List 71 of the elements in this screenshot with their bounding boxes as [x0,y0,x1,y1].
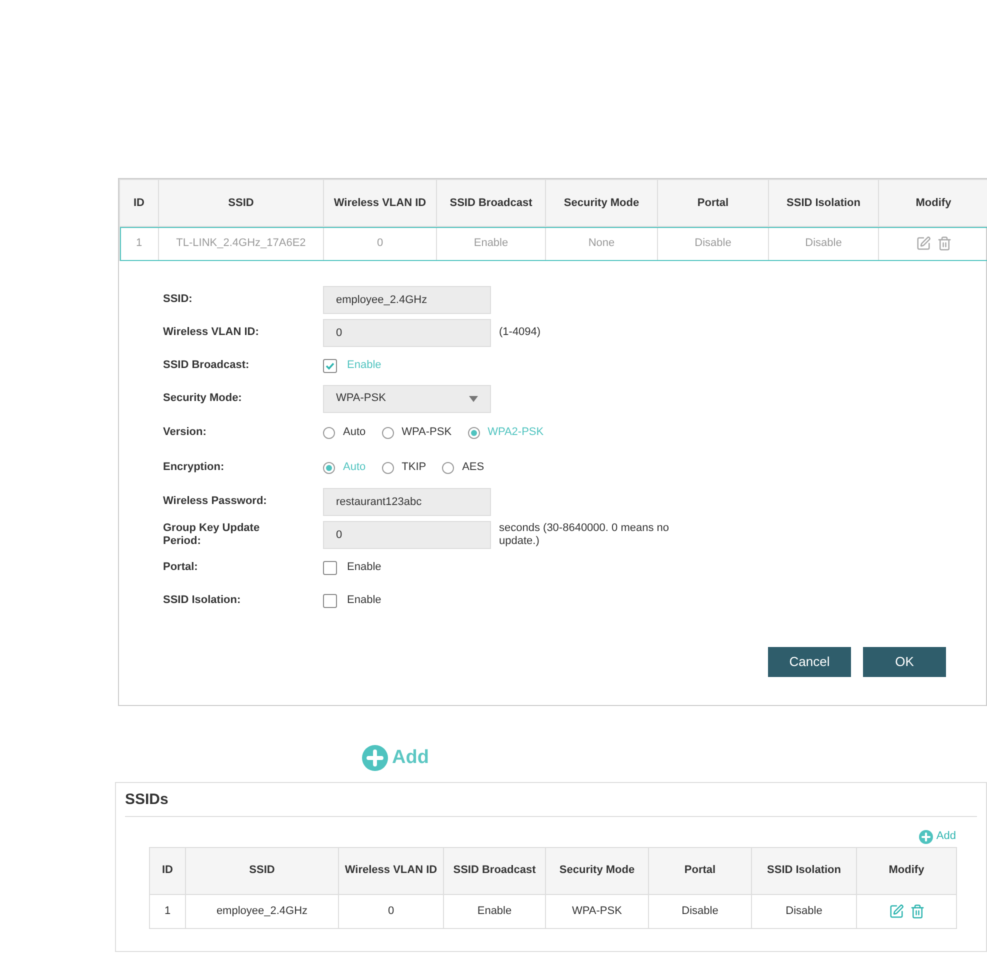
column-header: Wireless VLAN ID [324,180,436,226]
column-header: ID [150,847,186,894]
panel-title: SSIDs [125,783,977,816]
edit-icon[interactable] [916,236,930,251]
column-header: ID [120,180,158,226]
text-field[interactable]: 0 [323,318,491,346]
dropdown[interactable]: WPA-PSK [323,384,491,412]
field-label: SSID Isolation: [163,594,242,607]
field-label: SSID: [163,293,194,306]
column-header: Portal [658,180,768,226]
column-header: SSID Isolation [752,847,856,894]
radio-button[interactable] [382,426,394,438]
column-header: SSID [186,847,338,894]
table-cell: WPA-PSK [546,894,648,928]
checkbox-label: Enable [347,358,382,374]
field-label: Version: [163,426,208,439]
field-label: Group Key Update Period: [163,522,261,548]
column-header: SSID Broadcast [444,847,546,894]
radio-label: AES [462,460,484,476]
column-header: SSID [158,180,324,226]
radio-label: TKIP [402,460,426,476]
checkbox[interactable] [323,358,337,372]
trash-icon[interactable] [936,236,952,251]
column-header: SSID Broadcast [436,180,546,226]
hint-text: (1-4094) [499,326,542,339]
radio-button[interactable] [382,462,394,474]
table-cell: Disable [752,894,856,928]
radio-button[interactable] [323,462,335,474]
radio-button[interactable] [468,426,480,438]
field-label: Wireless VLAN ID: [163,326,260,339]
column-header: SSID Isolation [768,180,878,226]
table-cell: 0 [338,894,444,928]
column-header: Security Mode [546,180,658,226]
table-cell: Disable [648,894,752,928]
field-label: SSID Broadcast: [163,359,250,372]
hint-text: seconds (30-8640000. 0 means no update.) [499,522,670,548]
column-header: Modify [856,847,956,894]
column-header: Security Mode [546,847,648,894]
table-cell: 1 [120,226,158,260]
radio-label: Auto [343,425,366,440]
table-cell: 1 [150,894,186,928]
table-cell: employee_2.4GHz [186,894,338,928]
column-header: Modify [878,180,987,226]
table-cell: Enable [444,894,546,928]
add-icon [919,830,934,844]
radio-button[interactable] [323,426,335,438]
checkbox-label: Enable [347,593,382,608]
field-label: Wireless Password: [163,495,268,508]
radio-label: WPA-PSK [402,425,452,440]
checkbox-label: Enable [347,560,382,576]
caret-icon [469,396,478,402]
radio-label: Auto [343,460,366,476]
text-field[interactable]: restaurant123abc [323,488,491,516]
column-header: Wireless VLAN ID [338,847,444,894]
checkbox[interactable] [323,560,337,574]
radio-button[interactable] [442,462,454,474]
check-icon [325,360,335,370]
text-field[interactable]: employee_2.4GHz [323,286,491,314]
column-header: Portal [648,847,752,894]
table-row[interactable]: 1 employee_2.4GHz 0 Enable WPA-PSK Disable Disable [150,894,956,928]
field-label: Encryption: [163,461,226,474]
cancel-button[interactable]: Cancel [768,647,851,677]
ok-button[interactable]: OK [863,647,946,677]
field-label: Security Mode: [163,392,243,405]
trash-icon[interactable] [910,904,924,918]
radio-label: WPA2-PSK [488,425,544,440]
text-field[interactable]: 0 [323,520,491,548]
add-icon [362,745,388,771]
edit-icon[interactable] [888,904,904,918]
field-label: Portal: [163,561,199,574]
checkbox[interactable] [323,594,337,608]
